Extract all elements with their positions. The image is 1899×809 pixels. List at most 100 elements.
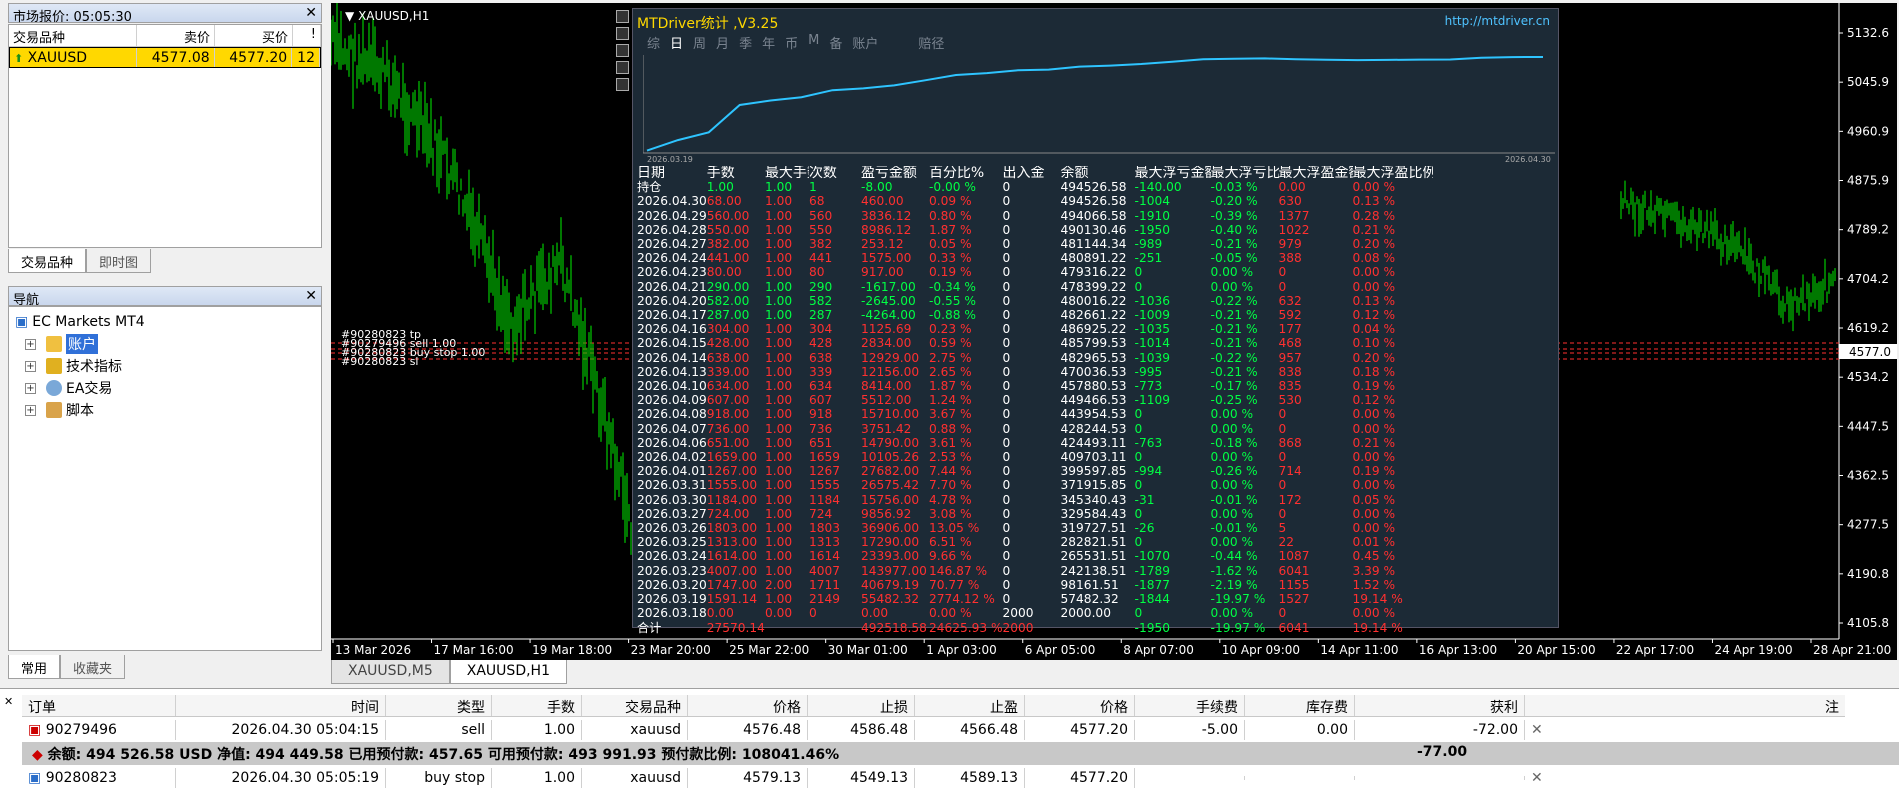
stats-row: 2026.04.06 651.00 1.00 651 14790.00 3.61 % 0 42… — [637, 436, 1433, 450]
tab-chart-m5[interactable]: XAUUSD,M5 — [331, 660, 450, 684]
stats-cell: -1.62 % — [1210, 563, 1258, 578]
stats-period-tab[interactable]: 赔径 — [918, 33, 944, 52]
col-type[interactable]: 类型 — [386, 695, 492, 716]
expand-icon[interactable]: + — [25, 338, 36, 350]
minimize-icon[interactable] — [616, 10, 629, 23]
col-spread[interactable]: ! — [293, 25, 321, 46]
stats-period-tab[interactable]: 季 — [739, 33, 752, 52]
col-sl[interactable]: 止损 — [808, 695, 915, 716]
expand-icon[interactable]: + — [25, 404, 36, 416]
stats-cell: 0 — [1134, 535, 1143, 550]
stats-period-tab[interactable]: 币 — [785, 33, 798, 52]
expand-icon[interactable]: + — [25, 382, 36, 394]
stats-cell: 2026.04.29 — [637, 208, 707, 223]
ask-cell: 4577.20 — [215, 48, 293, 67]
stats-cell: 1.00 — [764, 293, 793, 308]
col-ask[interactable]: 买价 — [215, 25, 293, 46]
tab-chart-h1[interactable]: XAUUSD,H1 — [449, 660, 567, 684]
stats-cell: 0.00 — [764, 606, 793, 621]
stats-row: 2026.04.24 441.00 1.00 441 1575.00 0.33 % 0 480… — [637, 251, 1433, 265]
nav-item-experts[interactable]: + EA交易 — [15, 377, 315, 399]
balance-expand-icon[interactable]: ◆ — [32, 747, 43, 763]
tab-favorites[interactable]: 收藏夹 — [60, 655, 126, 679]
stats-cell: 1.24 % — [928, 393, 972, 408]
indicators-icon — [46, 358, 62, 374]
stats-period-tab[interactable]: 备 — [829, 33, 842, 52]
stats-cell: 4.78 % — [928, 492, 972, 507]
market-watch-row[interactable]: ⬆ XAUUSD 4577.08 4577.20 12 — [9, 47, 321, 68]
tab-common[interactable]: 常用 — [8, 655, 61, 679]
stats-period-tab[interactable]: 年 — [762, 33, 775, 52]
order-row[interactable]: ▣ 90279496 2026.04.30 05:04:15 sell 1.00… — [22, 718, 1549, 742]
stats-period-tab[interactable]: 周 — [693, 33, 706, 52]
stats-col-header: 百分比% — [928, 166, 985, 181]
col-profit[interactable]: 获利 — [1355, 695, 1525, 716]
col-comment[interactable]: 注 — [1525, 695, 1845, 716]
stats-row: 2026.03.18 0.00 0.00 0 0.00 0.00 % 2000 2000.00… — [637, 606, 1433, 620]
nav-root[interactable]: ▣ EC Markets MT4 — [15, 311, 315, 333]
col-cur-price[interactable]: 价格 — [1025, 695, 1135, 716]
stats-cell: 2026.04.17 — [637, 308, 707, 323]
nav-item-scripts[interactable]: + 脚本 — [15, 399, 315, 421]
col-time[interactable]: 时间 — [176, 695, 386, 716]
stats-cell: 143977.00 — [860, 563, 927, 578]
expand-icon[interactable]: + — [25, 360, 36, 372]
col-price[interactable]: 价格 — [688, 695, 808, 716]
col-tp[interactable]: 止盈 — [915, 695, 1025, 716]
stats-cell: 0.05 % — [1352, 492, 1396, 507]
nav-item-accounts[interactable]: + 账户 — [15, 333, 315, 355]
stats-period-tab[interactable]: 账户 — [852, 33, 878, 52]
col-swap[interactable]: 库存费 — [1245, 695, 1355, 716]
col-lots[interactable]: 手数 — [492, 695, 582, 716]
stats-cell: -0.39 % — [1210, 208, 1258, 223]
order-sell-icon: ▣ — [28, 722, 42, 738]
stats-cell: 868 — [1278, 435, 1302, 450]
chart-symbol-arrow-icon: ▼ — [345, 9, 355, 23]
stats-cell: 0.23 % — [928, 322, 972, 337]
stats-cell: -1004 — [1134, 194, 1170, 209]
stats-cell: 0 — [1002, 308, 1011, 323]
stats-url[interactable]: http://mtdriver.cn — [1445, 14, 1550, 28]
col-bid[interactable]: 卖价 — [137, 25, 215, 46]
stats-period-tab[interactable]: M — [808, 33, 819, 52]
stats-cell: 0 — [1002, 535, 1011, 550]
stats-cell: -0.21 % — [1210, 336, 1258, 351]
stats-period-tab[interactable]: 日 — [670, 33, 683, 52]
stats-cell — [809, 621, 861, 635]
export-icon[interactable] — [616, 61, 629, 74]
order-label: #90280823 sl — [341, 355, 419, 368]
stats-cell: 2026.04.13 — [637, 364, 707, 379]
col-symbol[interactable]: 交易品种 — [582, 695, 688, 716]
stats-cell: -26 — [1134, 521, 1155, 536]
stats-period-tab[interactable]: 综 — [647, 33, 660, 52]
market-watch-tabs: 交易品种 即时图 — [8, 249, 152, 273]
stats-cell: 2026.03.27 — [637, 506, 707, 521]
refresh-icon[interactable] — [616, 44, 629, 57]
stats-cell: 0 — [1002, 364, 1011, 379]
time-tick-label: 8 Apr 07:00 — [1123, 643, 1194, 657]
close-icon[interactable]: ✕ — [305, 5, 317, 21]
col-ticket[interactable]: 订单 — [22, 695, 176, 716]
tab-tick-chart[interactable]: 即时图 — [86, 249, 152, 273]
close-icon[interactable]: ✕ — [305, 288, 317, 304]
stats-cell: -251 — [1134, 251, 1163, 266]
help-icon[interactable] — [616, 78, 629, 91]
order-row[interactable]: ▣ 90280823 2026.04.30 05:05:19 buy stop … — [22, 766, 1549, 790]
tab-symbols[interactable]: 交易品种 — [8, 249, 87, 273]
stats-cell: 5 — [1278, 521, 1287, 536]
col-symbol[interactable]: 交易品种 — [9, 25, 137, 46]
settings-icon[interactable] — [616, 27, 629, 40]
stats-cell: 2026.04.30 — [637, 194, 707, 209]
nav-item-indicators[interactable]: + 技术指标 — [15, 355, 315, 377]
col-commission[interactable]: 手续费 — [1135, 695, 1245, 716]
time-tick-label: 19 Mar 18:00 — [532, 643, 612, 657]
stats-row: 2026.04.23 80.00 1.00 80 917.00 0.19 % 0 479316… — [637, 265, 1433, 279]
stats-cell: 632 — [1278, 293, 1302, 308]
terminal-close-icon[interactable]: ✕ — [4, 695, 18, 709]
close-order-icon[interactable]: ✕ — [1525, 770, 1549, 786]
stats-cell: -1036 — [1134, 293, 1170, 308]
order-ticket: ▣ 90279496 — [22, 720, 176, 740]
stats-cell: 6.51 % — [928, 535, 972, 550]
close-order-icon[interactable]: ✕ — [1525, 722, 1549, 738]
stats-period-tab[interactable]: 月 — [716, 33, 729, 52]
